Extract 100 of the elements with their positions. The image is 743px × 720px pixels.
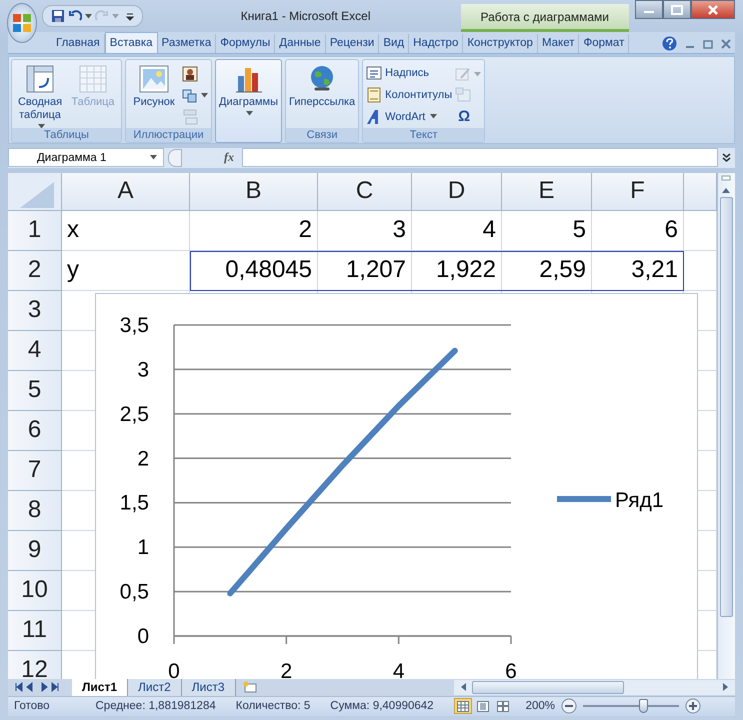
table-cell: 6 bbox=[592, 210, 684, 250]
sheet-tab[interactable]: Лист1 bbox=[72, 678, 128, 696]
table-cell: 5 bbox=[502, 210, 592, 250]
status-text: Готово bbox=[14, 700, 50, 712]
maximize-icon bbox=[671, 4, 683, 14]
axis-label: 4 bbox=[392, 660, 404, 678]
ribbon-button[interactable]: WordArt bbox=[366, 107, 452, 126]
zoom-in-icon[interactable] bbox=[685, 698, 701, 714]
text-box-icon bbox=[366, 65, 382, 82]
logo-icon bbox=[10, 12, 33, 34]
save-button[interactable] bbox=[50, 9, 65, 23]
scroll-thumb[interactable] bbox=[472, 680, 624, 694]
row-header[interactable]: 10 bbox=[8, 570, 62, 610]
maximize-button[interactable] bbox=[663, 0, 691, 19]
scroll-thumb[interactable] bbox=[720, 196, 733, 616]
row-header[interactable]: 12 bbox=[8, 650, 62, 678]
horizontal-scrollbar[interactable] bbox=[454, 680, 735, 694]
group-label: Текст bbox=[363, 128, 484, 142]
redo-icon bbox=[94, 9, 109, 23]
ribbon-tab[interactable]: Данные bbox=[275, 34, 326, 53]
resize-handle[interactable] bbox=[168, 148, 182, 167]
undo-button[interactable] bbox=[68, 9, 92, 23]
group-label: Таблицы bbox=[12, 128, 121, 142]
row-header[interactable]: 2 bbox=[8, 250, 62, 290]
chart-area[interactable]: 0 0,5 1 1,5 2 2,5 3 3,5 0 2 4 6 Ряд1 bbox=[95, 292, 698, 678]
ribbon-button[interactable]: Диаграммы bbox=[219, 62, 278, 126]
sheet-tab[interactable]: Лист2 bbox=[128, 678, 182, 696]
symbol-button[interactable]: Ω bbox=[455, 108, 482, 126]
ribbon-tab[interactable]: Конструктор bbox=[463, 34, 538, 53]
vertical-scrollbar[interactable] bbox=[717, 172, 735, 678]
row-header[interactable]: 6 bbox=[8, 410, 62, 450]
column-header[interactable]: B bbox=[190, 172, 318, 210]
axis-label: 0 bbox=[137, 624, 149, 648]
ribbon-button[interactable]: Гиперссылка bbox=[289, 62, 356, 126]
caret-icon bbox=[246, 111, 253, 116]
ribbon-button[interactable]: Колонтитулы bbox=[366, 86, 452, 104]
ribbon-button[interactable]: Сводная таблица bbox=[15, 62, 65, 126]
ribbon-tab[interactable]: Макет bbox=[538, 34, 580, 53]
column-header[interactable]: A bbox=[62, 172, 190, 210]
ribbon-button[interactable]: Надпись bbox=[366, 64, 452, 83]
column-header[interactable]: D bbox=[412, 172, 502, 210]
function-button[interactable]: fx bbox=[182, 150, 242, 166]
axis-label: 0 bbox=[168, 660, 180, 678]
close-button[interactable] bbox=[691, 0, 735, 19]
column-header[interactable]: F bbox=[592, 172, 684, 210]
clip-art-icon bbox=[182, 66, 198, 82]
ribbon-tab[interactable]: Разметка bbox=[158, 34, 216, 53]
table-cell: x bbox=[62, 210, 190, 250]
ribbon-tab[interactable]: Надстро bbox=[409, 34, 464, 53]
table-cell: 3,21 bbox=[592, 250, 684, 290]
office-button[interactable] bbox=[8, 4, 36, 42]
legend-line-icon bbox=[557, 496, 611, 502]
row-header[interactable]: 1 bbox=[8, 210, 62, 250]
shapes-icon bbox=[182, 87, 198, 104]
name-box[interactable]: Диаграмма 1 bbox=[8, 148, 164, 168]
row-header[interactable]: 7 bbox=[8, 450, 62, 490]
caret-icon bbox=[201, 92, 208, 98]
undo-icon bbox=[68, 9, 82, 23]
column-header[interactable]: C bbox=[318, 172, 412, 210]
axis-label: 2 bbox=[280, 660, 292, 678]
row-header[interactable]: 4 bbox=[8, 330, 62, 370]
table-icon bbox=[78, 64, 108, 94]
customize-icon[interactable] bbox=[126, 11, 134, 21]
expand-icon[interactable] bbox=[722, 152, 731, 163]
ribbon-tab[interactable]: Формулы bbox=[216, 34, 276, 53]
table-cell: 2 bbox=[190, 210, 318, 250]
zoom-level[interactable]: 200% bbox=[526, 700, 555, 712]
row-header[interactable]: 8 bbox=[8, 490, 62, 530]
row-header[interactable]: 9 bbox=[8, 530, 62, 570]
ribbon-tab[interactable]: Рецензи bbox=[326, 34, 380, 53]
caret-icon bbox=[150, 155, 157, 160]
zoom-out-icon[interactable] bbox=[561, 698, 577, 714]
ribbon-tab[interactable]: Вид bbox=[379, 34, 410, 53]
row-header[interactable]: 5 bbox=[8, 370, 62, 410]
sheet-tab[interactable]: Лист3 bbox=[182, 678, 236, 696]
column-header[interactable]: E bbox=[502, 172, 592, 210]
axis-label: 2 bbox=[137, 446, 149, 470]
ribbon-tab[interactable]: Вставка bbox=[104, 32, 158, 53]
close-icon bbox=[707, 4, 719, 14]
legend-label: Ряд1 bbox=[615, 488, 664, 512]
ribbon-button[interactable]: Рисунок bbox=[129, 62, 179, 126]
caret-icon bbox=[112, 14, 119, 18]
window-title: Книга1 - Microsoft Excel bbox=[240, 9, 370, 23]
ribbon-tab[interactable]: Формат bbox=[579, 34, 630, 53]
context-tab-title: Работа с диаграммами bbox=[460, 4, 629, 32]
table-cell: 1,207 bbox=[318, 250, 412, 290]
org-chart-icon bbox=[182, 108, 198, 125]
axis-label: 0,5 bbox=[120, 580, 149, 604]
zoom-slider-thumb[interactable] bbox=[638, 699, 648, 714]
row-header[interactable]: 3 bbox=[8, 290, 62, 330]
status-average: Среднее: 1,881981284 bbox=[96, 700, 216, 712]
pen-icon bbox=[455, 66, 472, 82]
group-label: Иллюстрации bbox=[126, 128, 211, 142]
row-header[interactable]: 11 bbox=[8, 610, 62, 650]
minimize-button[interactable] bbox=[635, 0, 663, 19]
formula-field[interactable] bbox=[242, 148, 718, 168]
table-cell: 2,59 bbox=[502, 250, 592, 290]
caret-icon bbox=[84, 14, 92, 18]
axis-label: 3 bbox=[137, 358, 149, 381]
normal-view-button[interactable] bbox=[454, 698, 472, 714]
